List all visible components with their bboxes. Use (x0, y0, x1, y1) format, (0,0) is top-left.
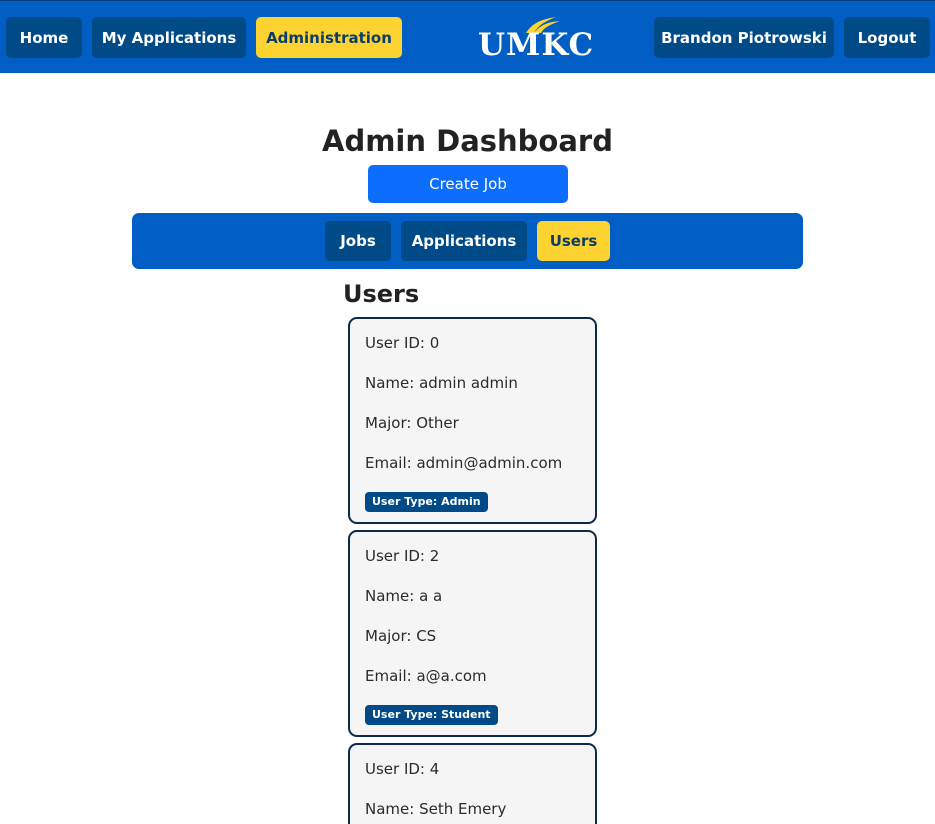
user-id: User ID: 4 (365, 760, 440, 778)
admin-tab-bar: Jobs Applications Users (132, 213, 803, 269)
nav-logout-button[interactable]: Logout (844, 17, 930, 58)
user-name: Name: a a (365, 587, 443, 605)
nav-my-applications-button[interactable]: My Applications (92, 17, 246, 58)
create-job-button[interactable]: Create Job (368, 165, 568, 203)
user-card: User ID: 4 Name: Seth Emery (348, 743, 597, 824)
tab-jobs[interactable]: Jobs (325, 221, 391, 261)
users-section-title: Users (343, 280, 420, 308)
user-type-badge: User Type: Student (365, 705, 498, 725)
top-navbar: Home My Applications Administration UMKC… (0, 0, 935, 73)
nav-user-name-button[interactable]: Brandon Piotrowski (654, 17, 834, 58)
user-major: Major: Other (365, 414, 459, 432)
user-name: Name: Seth Emery (365, 800, 507, 818)
user-email: Email: admin@admin.com (365, 454, 563, 472)
user-card: User ID: 2 Name: a a Major: CS Email: a@… (348, 530, 597, 737)
user-id: User ID: 2 (365, 547, 440, 565)
tab-applications[interactable]: Applications (401, 221, 527, 261)
nav-administration-button[interactable]: Administration (256, 17, 402, 58)
user-type-badge: User Type: Admin (365, 492, 488, 512)
user-major: Major: CS (365, 627, 437, 645)
nav-home-button[interactable]: Home (6, 17, 82, 58)
user-card: User ID: 0 Name: admin admin Major: Othe… (348, 317, 597, 524)
umkc-logo[interactable]: UMKC (478, 15, 593, 61)
logo-text: UMKC (478, 27, 595, 63)
user-id: User ID: 0 (365, 334, 440, 352)
page-title: Admin Dashboard (322, 124, 613, 158)
tab-users[interactable]: Users (537, 221, 610, 261)
user-email: Email: a@a.com (365, 667, 487, 685)
user-name: Name: admin admin (365, 374, 518, 392)
